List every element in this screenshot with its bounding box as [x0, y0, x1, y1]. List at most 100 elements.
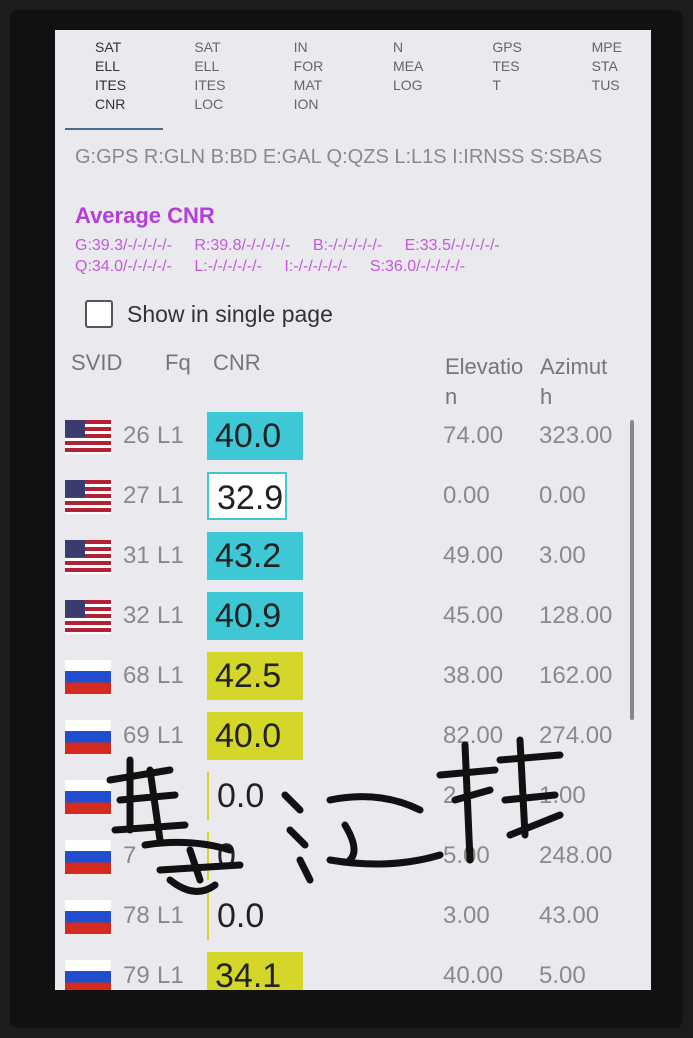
frequency-value: L1 [157, 662, 184, 689]
app-screen: SAT ELL ITES CNR SAT ELL ITES LOC IN FOR… [55, 30, 651, 990]
elevation-value: 5.00 [443, 842, 490, 869]
azimuth-value: 162.00 [539, 662, 613, 689]
ru-flag-icon [65, 840, 111, 874]
tab-bar: SAT ELL ITES CNR SAT ELL ITES LOC IN FOR… [55, 30, 651, 130]
tab-label: MPE STA TUS [591, 39, 622, 93]
azimuth-value: 43.00 [539, 902, 600, 929]
satellite-row[interactable]: 26 L1 40.0 74.00 323.00 [55, 410, 651, 470]
svid-value: 7 [123, 842, 137, 869]
svid-value: 79 [123, 962, 150, 989]
frequency-value: L1 [157, 542, 184, 569]
frequency-value: L1 [157, 902, 184, 929]
tab-satellites-loc[interactable]: SAT ELL ITES LOC [154, 30, 253, 130]
elevation-value: 74.00 [443, 422, 504, 449]
ru-flag-icon [65, 960, 111, 990]
cnr-value: 0 [207, 832, 303, 880]
column-header-cnr: CNR [213, 350, 261, 375]
svid-value: 68 [123, 662, 150, 689]
cnr-value: 32.9 [207, 472, 287, 520]
frequency-value: L1 [157, 422, 184, 449]
azimuth-value: 248.00 [539, 842, 613, 869]
column-header-svid: SVID [71, 350, 123, 375]
avg-value-beidou: B:-/-/-/-/-/- [312, 237, 383, 254]
cnr-value: 43.2 [207, 532, 303, 580]
tab-satellites-cnr[interactable]: SAT ELL ITES CNR [55, 30, 163, 130]
frequency-value: L1 [157, 722, 184, 749]
azimuth-value: 128.00 [539, 602, 613, 629]
single-page-checkbox[interactable] [85, 300, 113, 328]
satellite-row[interactable]: 78 L1 0.0 3.00 43.00 [55, 890, 651, 950]
satellite-row[interactable]: 7 0 5.00 248.00 [55, 830, 651, 890]
column-header-elevation: Elevatio n [445, 354, 524, 409]
avg-value-glonass: R:39.8/-/-/-/-/- [194, 237, 291, 254]
elevation-value: 2 [443, 782, 457, 809]
satellite-row[interactable]: 27 L1 32.9 0.00 0.00 [55, 470, 651, 530]
azimuth-value: 1.00 [539, 782, 586, 809]
azimuth-value: 3.00 [539, 542, 586, 569]
ru-flag-icon [65, 900, 111, 934]
cnr-value: 34.1 [207, 952, 303, 990]
svid-value: 78 [123, 902, 150, 929]
satellite-row[interactable]: 32 L1 40.9 45.00 128.00 [55, 590, 651, 650]
cnr-value: 0.0 [207, 772, 303, 820]
elevation-value: 82.00 [443, 722, 504, 749]
us-flag-icon [65, 480, 111, 514]
tab-label: GPS TES T [492, 39, 522, 93]
satellite-row[interactable]: 79 L1 34.1 40.00 5.00 [55, 950, 651, 990]
us-flag-icon [65, 540, 111, 574]
svid-value: 31 [123, 542, 150, 569]
avg-value-sbas: S:36.0/-/-/-/-/- [369, 258, 466, 275]
avg-value-l1s: L:-/-/-/-/-/- [194, 258, 262, 275]
single-page-label: Show in single page [127, 300, 333, 327]
active-tab-indicator [65, 128, 163, 130]
tab-information[interactable]: IN FOR MAT ION [254, 30, 353, 130]
show-single-page-option[interactable]: Show in single page [85, 300, 333, 328]
scrollbar[interactable] [630, 420, 634, 720]
column-header-azimuth: Azimut h [540, 354, 608, 409]
elevation-value: 40.00 [443, 962, 504, 989]
azimuth-value: 5.00 [539, 962, 586, 989]
frequency-value: L1 [157, 602, 184, 629]
azimuth-value: 0.00 [539, 482, 586, 509]
ru-flag-icon [65, 720, 111, 754]
tab-nmea-log[interactable]: N MEA LOG [353, 30, 452, 130]
tab-label: IN FOR MAT ION [293, 39, 324, 112]
satellite-row[interactable]: 31 L1 43.2 49.00 3.00 [55, 530, 651, 590]
tab-label: N MEA LOG [392, 39, 424, 93]
elevation-value: 49.00 [443, 542, 504, 569]
elevation-value: 38.00 [443, 662, 504, 689]
svid-value: 69 [123, 722, 150, 749]
avg-value-galileo: E:33.5/-/-/-/-/- [404, 237, 500, 254]
satellite-row[interactable]: 69 L1 40.0 82.00 274.00 [55, 710, 651, 770]
tab-gps-test[interactable]: GPS TES T [452, 30, 551, 130]
elevation-value: 45.00 [443, 602, 504, 629]
column-header-fq: Fq [165, 350, 191, 375]
svid-value: 32 [123, 602, 150, 629]
azimuth-value: 323.00 [539, 422, 613, 449]
us-flag-icon [65, 420, 111, 454]
constellation-legend: G:GPS R:GLN B:BD E:GAL Q:QZS L:L1S I:IRN… [75, 146, 603, 168]
ru-flag-icon [65, 780, 111, 814]
cnr-value: 40.0 [207, 712, 303, 760]
avg-value-qzss: Q:34.0/-/-/-/-/- [75, 258, 172, 275]
elevation-value: 3.00 [443, 902, 490, 929]
svid-value: 26 [123, 422, 150, 449]
cnr-value: 0.0 [207, 892, 303, 940]
satellite-row[interactable]: 68 L1 42.5 38.00 162.00 [55, 650, 651, 710]
elevation-value: 0.00 [443, 482, 490, 509]
tab-label: SAT ELL ITES LOC [194, 39, 226, 112]
svid-value: 27 [123, 482, 150, 509]
satellite-row[interactable]: 0.0 2 1.00 [55, 770, 651, 830]
cnr-value: 40.0 [207, 412, 303, 460]
tab-label: SAT ELL ITES CNR [95, 39, 127, 112]
cnr-value: 42.5 [207, 652, 303, 700]
avg-value-irnss: I:-/-/-/-/-/- [284, 258, 348, 275]
frequency-value: L1 [157, 962, 184, 989]
avg-value-gps: G:39.3/-/-/-/-/- [75, 237, 172, 254]
frequency-value: L1 [157, 482, 184, 509]
cnr-value: 40.9 [207, 592, 303, 640]
tab-mpe-status[interactable]: MPE STA TUS [552, 30, 651, 130]
azimuth-value: 274.00 [539, 722, 613, 749]
ru-flag-icon [65, 660, 111, 694]
average-cnr-values: G:39.3/-/-/-/-/- R:39.8/-/-/-/-/- B:-/-/… [75, 235, 635, 277]
